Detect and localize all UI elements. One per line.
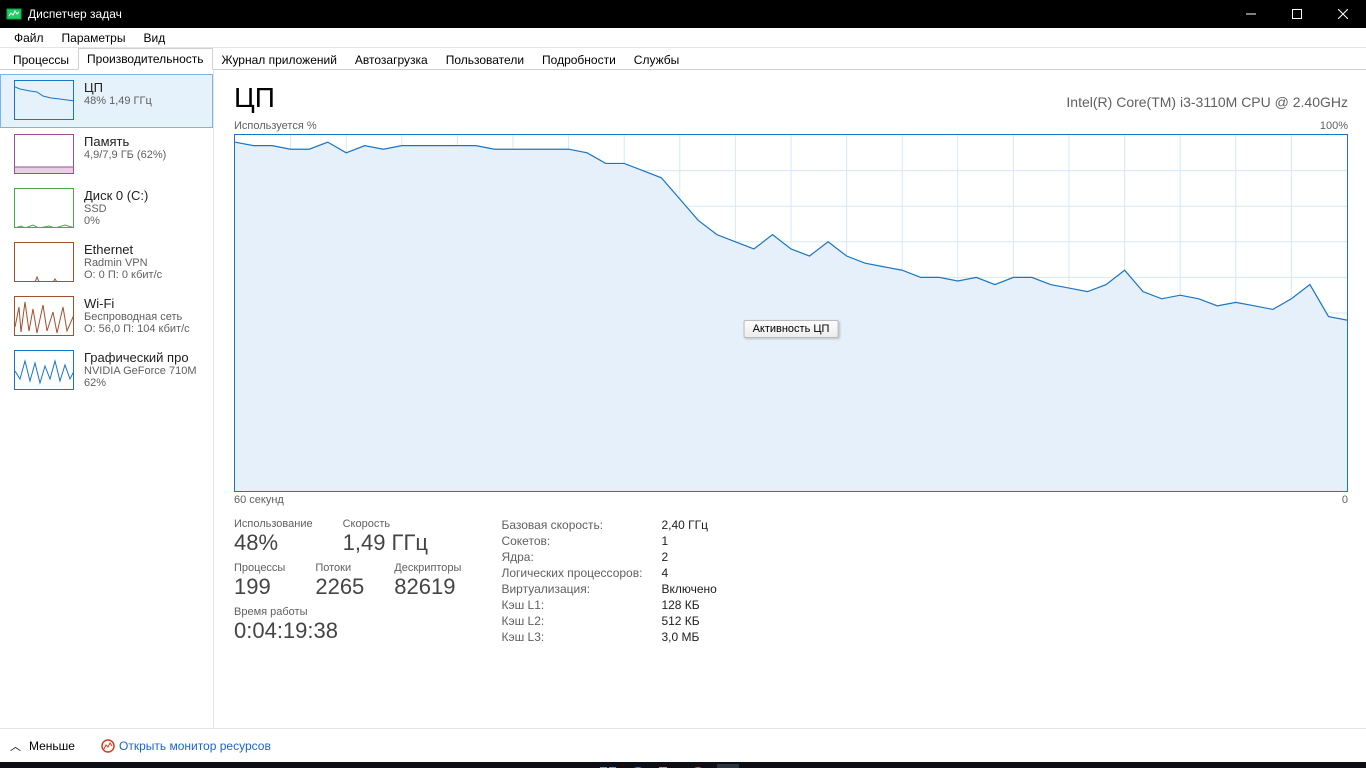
sidebar-item-sub2: 0% bbox=[84, 215, 148, 227]
cpu-details: Базовая скорость:2,40 ГГц Сокетов:1 Ядра… bbox=[501, 518, 781, 644]
footer-bar: ︿ Меньше Открыть монитор ресурсов bbox=[0, 728, 1366, 762]
base-speed-label: Базовая скорость: bbox=[501, 518, 661, 532]
handles-label: Дескрипторы bbox=[394, 562, 461, 574]
virt-value: Включено bbox=[661, 582, 781, 596]
tab-details[interactable]: Подробности bbox=[533, 49, 625, 70]
wifi-thumb-icon bbox=[14, 296, 74, 336]
cpu-model: Intel(R) Core(TM) i3-3110M CPU @ 2.40GHz bbox=[1066, 94, 1348, 110]
threads-value: 2265 bbox=[315, 574, 364, 600]
cpu-chart[interactable]: Активность ЦП bbox=[234, 134, 1348, 492]
base-speed-value: 2,40 ГГц bbox=[661, 518, 781, 532]
utilization-label: Использование bbox=[234, 518, 313, 530]
sidebar-item-memory[interactable]: Память 4,9/7,9 ГБ (62%) bbox=[0, 128, 213, 182]
fewer-details-button[interactable]: Меньше bbox=[29, 739, 75, 753]
uptime-label: Время работы bbox=[234, 606, 461, 618]
open-resource-monitor-link[interactable]: Открыть монитор ресурсов bbox=[101, 739, 271, 753]
processes-label: Процессы bbox=[234, 562, 285, 574]
close-button[interactable] bbox=[1320, 0, 1366, 28]
tabbar: Процессы Производительность Журнал прило… bbox=[0, 48, 1366, 70]
sidebar-item-sub2: 62% bbox=[84, 377, 197, 389]
memory-thumb-icon bbox=[14, 134, 74, 174]
sidebar-item-label: Память bbox=[84, 134, 166, 149]
window-titlebar: Диспетчер задач bbox=[0, 0, 1366, 28]
sidebar-item-sub: SSD bbox=[84, 203, 148, 215]
sidebar-item-sub2: О: 56,0 П: 104 кбит/с bbox=[84, 323, 190, 335]
explorer-icon[interactable] bbox=[657, 764, 679, 768]
sidebar-item-label: Диск 0 (C:) bbox=[84, 188, 148, 203]
page-title: ЦП bbox=[234, 82, 275, 114]
virt-label: Виртуализация: bbox=[501, 582, 661, 596]
maximize-button[interactable] bbox=[1274, 0, 1320, 28]
sidebar-item-ethernet[interactable]: Ethernet Radmin VPN О: 0 П: 0 кбит/с bbox=[0, 236, 213, 290]
l1-label: Кэш L1: bbox=[501, 598, 661, 612]
cores-label: Ядра: bbox=[501, 550, 661, 564]
l3-label: Кэш L3: bbox=[501, 630, 661, 644]
sidebar-item-label: Ethernet bbox=[84, 242, 162, 257]
l3-value: 3,0 МБ bbox=[661, 630, 781, 644]
l2-value: 512 КБ bbox=[661, 614, 781, 628]
chart-y-max: 100% bbox=[1320, 120, 1348, 132]
cpu-thumb-icon bbox=[14, 80, 74, 120]
sidebar-item-sub: NVIDIA GeForce 710M bbox=[84, 365, 197, 377]
sidebar-item-label: ЦП bbox=[84, 80, 152, 95]
tab-startup[interactable]: Автозагрузка bbox=[346, 49, 437, 70]
sidebar-item-disk[interactable]: Диск 0 (C:) SSD 0% bbox=[0, 182, 213, 236]
sidebar-item-label: Wi-Fi bbox=[84, 296, 190, 311]
menu-view[interactable]: Вид bbox=[135, 29, 173, 47]
l1-value: 128 КБ bbox=[661, 598, 781, 612]
tab-app-history[interactable]: Журнал приложений bbox=[213, 49, 346, 70]
tab-users[interactable]: Пользователи bbox=[437, 49, 533, 70]
sidebar-item-sub: Беспроводная сеть bbox=[84, 311, 190, 323]
tab-processes[interactable]: Процессы bbox=[4, 49, 78, 70]
disk-thumb-icon bbox=[14, 188, 74, 228]
sidebar-item-wifi[interactable]: Wi-Fi Беспроводная сеть О: 56,0 П: 104 к… bbox=[0, 290, 213, 344]
gpu-thumb-icon bbox=[14, 350, 74, 390]
start-icon[interactable] bbox=[597, 764, 619, 768]
processes-value: 199 bbox=[234, 574, 285, 600]
sockets-label: Сокетов: bbox=[501, 534, 661, 548]
sidebar-item-cpu[interactable]: ЦП 48% 1,49 ГГц bbox=[0, 74, 213, 128]
main-panel: ЦП Intel(R) Core(TM) i3-3110M CPU @ 2.40… bbox=[214, 70, 1366, 728]
chart-tooltip: Активность ЦП bbox=[744, 320, 839, 338]
chart-x-left: 60 секунд bbox=[234, 494, 284, 506]
menubar: Файл Параметры Вид bbox=[0, 28, 1366, 48]
menu-file[interactable]: Файл bbox=[6, 29, 52, 47]
edge-icon[interactable] bbox=[627, 764, 649, 768]
speed-label: Скорость bbox=[343, 518, 428, 530]
cores-value: 2 bbox=[661, 550, 781, 564]
app-icon bbox=[6, 6, 22, 22]
sidebar-item-label: Графический про bbox=[84, 350, 197, 365]
ethernet-thumb-icon bbox=[14, 242, 74, 282]
sidebar-item-sub: 48% 1,49 ГГц bbox=[84, 95, 152, 107]
chevron-up-icon[interactable]: ︿ bbox=[10, 738, 21, 754]
handles-value: 82619 bbox=[394, 574, 461, 600]
sockets-value: 1 bbox=[661, 534, 781, 548]
resmon-icon bbox=[101, 739, 115, 753]
lprocs-label: Логических процессоров: bbox=[501, 566, 661, 580]
sidebar-item-sub: Radmin VPN bbox=[84, 257, 162, 269]
sidebar-item-sub2: О: 0 П: 0 кбит/с bbox=[84, 269, 162, 281]
minimize-button[interactable] bbox=[1228, 0, 1274, 28]
resmon-label: Открыть монитор ресурсов bbox=[119, 739, 271, 753]
tab-performance[interactable]: Производительность bbox=[78, 48, 212, 70]
taskbar[interactable]: - ︿ ENG 14:42:13 bbox=[0, 762, 1366, 768]
utilization-value: 48% bbox=[234, 530, 313, 556]
threads-label: Потоки bbox=[315, 562, 364, 574]
speed-value: 1,49 ГГц bbox=[343, 530, 428, 556]
window-title: Диспетчер задач bbox=[28, 7, 1228, 21]
uptime-value: 0:04:19:38 bbox=[234, 618, 461, 644]
sidebar-item-sub: 4,9/7,9 ГБ (62%) bbox=[84, 149, 166, 161]
lprocs-value: 4 bbox=[661, 566, 781, 580]
roblox-icon[interactable] bbox=[747, 764, 769, 768]
taskmgr-icon[interactable] bbox=[717, 764, 739, 768]
chart-x-right: 0 bbox=[1342, 494, 1348, 506]
menu-options[interactable]: Параметры bbox=[54, 29, 134, 47]
l2-label: Кэш L2: bbox=[501, 614, 661, 628]
sidebar: ЦП 48% 1,49 ГГц Память 4,9/7,9 ГБ (62%) … bbox=[0, 70, 214, 728]
chart-y-label: Используется % bbox=[234, 120, 317, 132]
tab-services[interactable]: Службы bbox=[625, 49, 688, 70]
chrome-icon[interactable] bbox=[687, 764, 709, 768]
sidebar-item-gpu[interactable]: Графический про NVIDIA GeForce 710M 62% bbox=[0, 344, 213, 398]
